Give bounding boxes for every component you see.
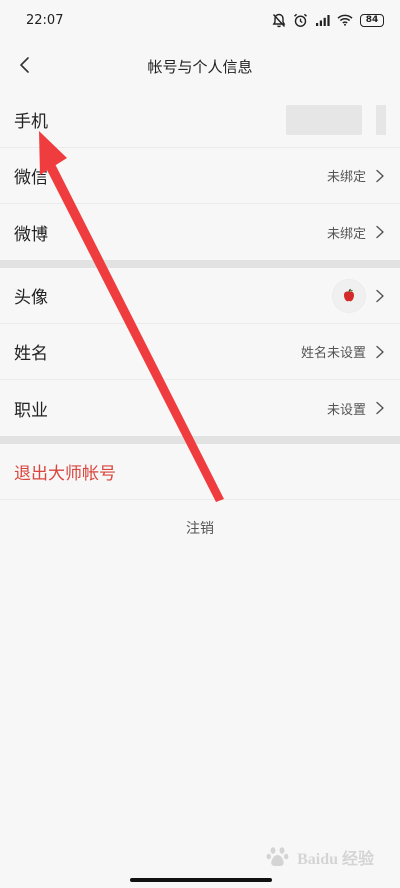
back-button[interactable]: [12, 52, 38, 78]
status-time: 22:07: [26, 12, 64, 28]
section-divider: [0, 436, 400, 444]
row-phone[interactable]: 手机: [0, 92, 400, 148]
row-name[interactable]: 姓名 姓名未设置: [0, 324, 400, 380]
signal-icon: [315, 14, 330, 27]
avatar: [332, 278, 366, 313]
phone-number-blur: [286, 104, 362, 135]
chevron-right-icon: [376, 225, 384, 239]
chevron-left-icon: [20, 57, 29, 73]
account-section: 手机 微信 未绑定 微博 未绑定: [0, 92, 400, 260]
chevron-right-icon: [376, 401, 384, 415]
row-label-wechat: 微信: [14, 168, 48, 188]
row-label-occupation: 职业: [14, 400, 48, 421]
title-bar: 帐号与个人信息: [0, 40, 400, 92]
deregister-button[interactable]: 注销: [0, 518, 400, 538]
chevron-right-icon: [376, 345, 384, 358]
bell-muted-icon: [272, 13, 286, 28]
status-icons: 84: [272, 13, 384, 28]
row-wechat[interactable]: 微信 未绑定: [0, 148, 400, 204]
row-label-weibo: 微博: [14, 224, 48, 245]
section-divider: [0, 260, 400, 268]
row-value-weibo: 未绑定: [326, 226, 366, 242]
row-label-phone: 手机: [14, 112, 48, 132]
apple-avatar-icon: [344, 288, 354, 302]
watermark-logo: Baidu 经验: [265, 844, 374, 870]
row-weibo[interactable]: 微博 未绑定: [0, 204, 400, 260]
row-label-name: 姓名: [14, 344, 48, 364]
row-value-occupation: 未设置: [326, 402, 366, 418]
row-label-avatar: 头像: [14, 288, 48, 308]
row-value-wechat: 未绑定: [326, 170, 366, 185]
chevron-right-icon: [376, 289, 384, 302]
battery-indicator: 84: [360, 13, 384, 27]
chevron-right-icon: [376, 169, 384, 182]
home-indicator: [130, 878, 272, 882]
row-occupation[interactable]: 职业 未设置: [0, 380, 400, 436]
row-avatar[interactable]: 头像: [0, 268, 400, 324]
logout-label: 退出大师帐号: [14, 464, 116, 484]
page-title: 帐号与个人信息: [147, 57, 253, 76]
wifi-icon: [337, 14, 353, 26]
phone-number-blur-edge: [376, 104, 386, 135]
row-value-name: 姓名未设置: [300, 346, 366, 361]
watermark-text: Baidu 经验: [297, 851, 374, 868]
logout-button[interactable]: 退出大师帐号: [0, 444, 400, 500]
profile-section: 头像 姓名 姓名未设置 职业 未设置: [0, 268, 400, 436]
alarm-clock-icon: [293, 13, 308, 28]
paw-logo-icon: [266, 847, 289, 867]
status-bar: 22:07 84: [0, 0, 400, 40]
phone-value-redacted: [286, 104, 386, 135]
